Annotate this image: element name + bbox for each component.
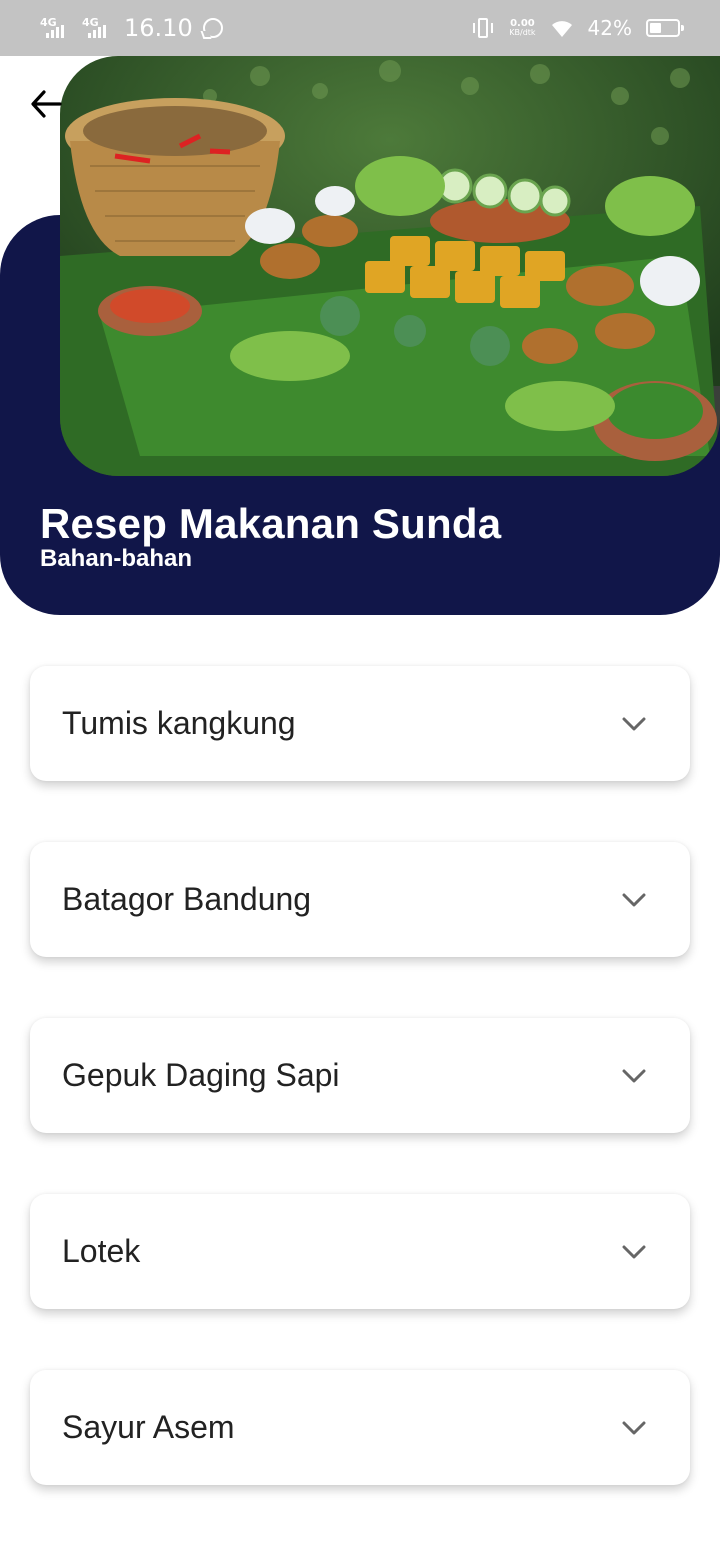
chevron-down-icon[interactable] xyxy=(620,710,648,738)
page-title: Resep Makanan Sunda xyxy=(40,500,502,547)
signal-icon: 4G xyxy=(82,16,114,40)
recipe-item-batagor-bandung[interactable]: Batagor Bandung xyxy=(30,842,690,957)
recipe-item-gepuk-daging-sapi[interactable]: Gepuk Daging Sapi xyxy=(30,1018,690,1133)
clock: 16.10 xyxy=(124,14,193,42)
recipe-list: Tumis kangkung Batagor Bandung Gepuk Dag… xyxy=(30,666,690,1544)
wifi-icon xyxy=(551,21,572,37)
chevron-down-icon[interactable] xyxy=(620,1238,648,1266)
recipe-item-label: Gepuk Daging Sapi xyxy=(62,1057,340,1093)
header-food-image xyxy=(60,56,720,476)
chevron-down-icon[interactable] xyxy=(620,1062,648,1090)
chevron-down-icon[interactable] xyxy=(620,886,648,914)
arrow-left-icon xyxy=(31,90,62,118)
recipe-item-label: Sayur Asem xyxy=(62,1409,235,1445)
back-button[interactable] xyxy=(26,84,66,124)
recipe-item-tumis-kangkung[interactable]: Tumis kangkung xyxy=(30,666,690,781)
status-left: 4G 4G 16.10 xyxy=(40,14,223,42)
status-right: 0.00 KB/dtk 42% xyxy=(471,16,684,40)
battery-percent: 42% xyxy=(587,16,632,40)
network-speed-value: 0.00 xyxy=(510,18,535,29)
chevron-down-icon[interactable] xyxy=(620,1414,648,1442)
recipe-item-sayur-asem[interactable]: Sayur Asem xyxy=(30,1370,690,1485)
recipe-item-label: Batagor Bandung xyxy=(62,881,312,917)
recipe-item-lotek[interactable]: Lotek xyxy=(30,1194,690,1309)
network-speed-unit: KB/dtk xyxy=(509,28,536,37)
signal-icon: 4G xyxy=(40,16,72,40)
recipe-item-label: Lotek xyxy=(62,1233,141,1269)
vibrate-icon xyxy=(471,17,495,39)
recipe-item-label: Tumis kangkung xyxy=(62,705,296,741)
network-speed: 0.00 KB/dtk xyxy=(509,18,536,38)
whatsapp-icon xyxy=(202,18,223,38)
page-subtitle: Bahan-bahan xyxy=(40,545,193,572)
status-bar: 4G 4G 16.10 0.00 KB/dtk 42% xyxy=(0,0,720,56)
battery-icon xyxy=(646,19,684,37)
